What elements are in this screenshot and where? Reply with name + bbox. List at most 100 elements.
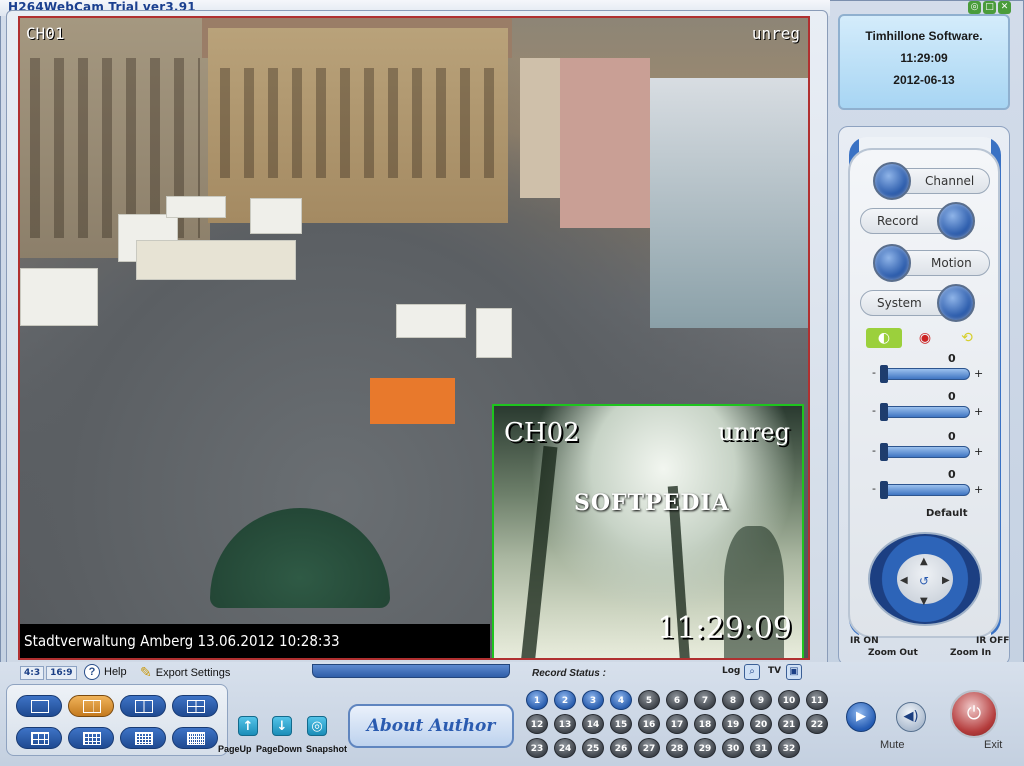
log-search-icon[interactable]: ⌕ xyxy=(744,664,760,680)
channel-24-button[interactable]: 24 xyxy=(554,738,576,758)
channel-8-button[interactable]: 8 xyxy=(722,690,744,710)
building xyxy=(520,58,564,198)
cycle-icon[interactable]: ⟲ xyxy=(952,328,982,348)
layout-1-button[interactable] xyxy=(16,695,62,717)
slider-thumb[interactable] xyxy=(880,481,888,499)
channel-3-button[interactable]: 3 xyxy=(582,690,604,710)
saturation-slider[interactable]: 0 - + xyxy=(866,430,990,466)
slider-plus[interactable]: + xyxy=(974,445,983,458)
channel-30-button[interactable]: 30 xyxy=(722,738,744,758)
slider-minus[interactable]: - xyxy=(872,366,876,379)
slider-track[interactable] xyxy=(882,406,970,418)
channel-22-button[interactable]: 22 xyxy=(806,714,828,734)
layout-6-button[interactable] xyxy=(16,727,62,749)
zoom-out-button[interactable]: Zoom Out xyxy=(868,648,918,658)
snapshot-button[interactable]: ◎ xyxy=(307,716,327,736)
layout-32-button[interactable] xyxy=(172,727,218,749)
channel-4-button[interactable]: 4 xyxy=(610,690,632,710)
channel-13-button[interactable]: 13 xyxy=(554,714,576,734)
slider-thumb[interactable] xyxy=(880,365,888,383)
slider-plus[interactable]: + xyxy=(974,483,983,496)
channel-orb-icon[interactable] xyxy=(873,162,911,200)
export-settings-button[interactable]: ✎ Export Settings xyxy=(140,664,230,681)
layout-9-button[interactable] xyxy=(68,727,114,749)
layout-pip-button[interactable] xyxy=(68,695,114,717)
channel-21-button[interactable]: 21 xyxy=(778,714,800,734)
ptz-control[interactable]: ▲ ▼ ◀ ▶ ↺ xyxy=(868,532,982,626)
help-button[interactable]: ? Help xyxy=(84,664,127,680)
hue-slider[interactable]: 0 - + xyxy=(866,468,990,504)
ratio-16-9-button[interactable]: 16:9 xyxy=(46,666,77,680)
page-up-button[interactable]: ↑ xyxy=(238,716,258,736)
eye-icon[interactable]: ◉ xyxy=(910,328,940,348)
about-author-button[interactable]: About Author xyxy=(348,704,514,748)
slider-track[interactable] xyxy=(882,446,970,458)
channel-7-button[interactable]: 7 xyxy=(694,690,716,710)
layout-4-button[interactable] xyxy=(172,695,218,717)
channel-18-button[interactable]: 18 xyxy=(694,714,716,734)
ptz-right-icon[interactable]: ▶ xyxy=(942,575,950,586)
slider-track[interactable] xyxy=(882,368,970,380)
ptz-reset-icon[interactable]: ↺ xyxy=(919,574,929,588)
maximize-button[interactable]: □ xyxy=(983,1,996,14)
channel-2-button[interactable]: 2 xyxy=(554,690,576,710)
channel-14-button[interactable]: 14 xyxy=(582,714,604,734)
channel-32-button[interactable]: 32 xyxy=(778,738,800,758)
channel-17-button[interactable]: 17 xyxy=(666,714,688,734)
slider-track[interactable] xyxy=(882,484,970,496)
slider-thumb[interactable] xyxy=(880,403,888,421)
slider-plus[interactable]: + xyxy=(974,367,983,380)
record-orb-icon[interactable] xyxy=(937,202,975,240)
slider-thumb[interactable] xyxy=(880,443,888,461)
contrast-slider[interactable]: 0 - + xyxy=(866,390,990,426)
channel-23-button[interactable]: 23 xyxy=(526,738,548,758)
exit-button[interactable]: ⏻ xyxy=(950,690,998,738)
zoom-in-button[interactable]: Zoom In xyxy=(950,648,991,658)
default-button[interactable]: Default xyxy=(926,508,968,519)
motion-orb-icon[interactable] xyxy=(873,244,911,282)
minimize-button[interactable]: ◎ xyxy=(968,1,981,14)
ratio-4-3-button[interactable]: 4:3 xyxy=(20,666,45,680)
ptz-up-icon[interactable]: ▲ xyxy=(920,556,928,567)
channel-1-button[interactable]: 1 xyxy=(526,690,548,710)
channel-31-button[interactable]: 31 xyxy=(750,738,772,758)
system-orb-icon[interactable] xyxy=(937,284,975,322)
channel-19-button[interactable]: 19 xyxy=(722,714,744,734)
slider-plus[interactable]: + xyxy=(974,405,983,418)
channel-10-button[interactable]: 10 xyxy=(778,690,800,710)
channel-28-button[interactable]: 28 xyxy=(666,738,688,758)
layout-16-button[interactable] xyxy=(120,727,166,749)
slider-minus[interactable]: - xyxy=(872,482,876,495)
mute-button[interactable]: ◀) xyxy=(896,702,926,732)
page-down-button[interactable]: ↓ xyxy=(272,716,292,736)
channel-27-button[interactable]: 27 xyxy=(638,738,660,758)
slider-minus[interactable]: - xyxy=(872,404,876,417)
drawer-toggle[interactable] xyxy=(312,664,510,678)
channel-16-button[interactable]: 16 xyxy=(638,714,660,734)
channel-29-button[interactable]: 29 xyxy=(694,738,716,758)
channel-15-button[interactable]: 15 xyxy=(610,714,632,734)
ptz-down-icon[interactable]: ▼ xyxy=(920,596,928,607)
channel-5-button[interactable]: 5 xyxy=(638,690,660,710)
channel-20-button[interactable]: 20 xyxy=(750,714,772,734)
channel-25-button[interactable]: 25 xyxy=(582,738,604,758)
channel-11-button[interactable]: 11 xyxy=(806,690,828,710)
camera-icon: ◎ xyxy=(311,719,323,734)
channel-6-button[interactable]: 6 xyxy=(666,690,688,710)
ir-off-button[interactable]: IR OFF xyxy=(976,636,1009,646)
market-stall xyxy=(396,304,466,338)
main-video-ch01[interactable]: CH01 unreg Stadtverwaltung Amberg 13.06.… xyxy=(18,16,810,660)
channel-26-button[interactable]: 26 xyxy=(610,738,632,758)
channel-9-button[interactable]: 9 xyxy=(750,690,772,710)
ptz-left-icon[interactable]: ◀ xyxy=(900,575,908,586)
brightness-slider[interactable]: 0 - + xyxy=(866,352,990,388)
layout-2-button[interactable] xyxy=(120,695,166,717)
slider-minus[interactable]: - xyxy=(872,444,876,457)
close-button[interactable]: ✕ xyxy=(998,1,1011,14)
sub-video-ch02[interactable]: CH02 unreg SOFTPEDIA 11:29:09 xyxy=(492,404,804,658)
ir-on-button[interactable]: IR ON xyxy=(850,636,879,646)
brightness-icon[interactable]: ◐ xyxy=(866,328,902,348)
tv-icon[interactable]: ▣ xyxy=(786,664,802,680)
play-button[interactable]: ▶ xyxy=(846,702,876,732)
channel-12-button[interactable]: 12 xyxy=(526,714,548,734)
